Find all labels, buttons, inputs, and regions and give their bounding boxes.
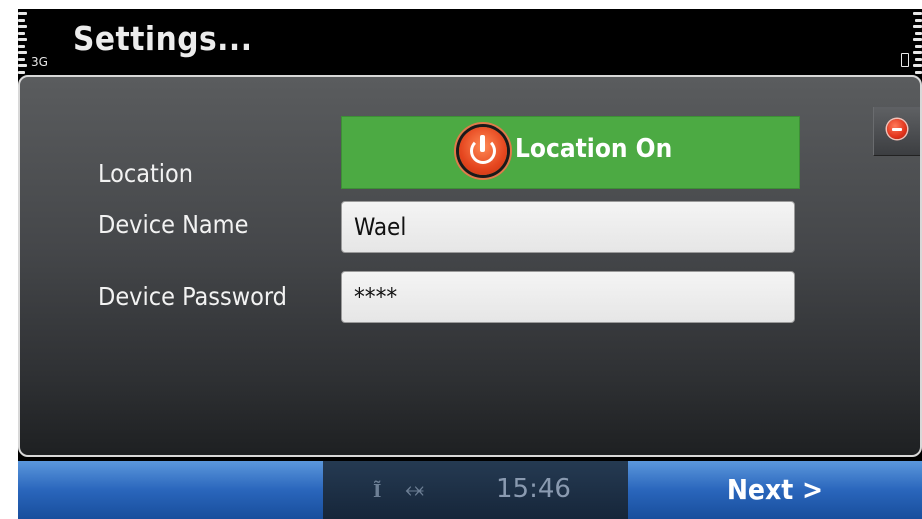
location-toggle[interactable]: Location On (341, 116, 800, 189)
location-label: Location (98, 159, 194, 188)
left-softkey[interactable] (18, 461, 323, 519)
settings-dialog: Location Location On Device Name Device … (18, 75, 922, 457)
close-button[interactable] (873, 107, 920, 156)
phone-screen: 3G Settings... Location Location On Devi… (18, 9, 922, 519)
battery-level-icon (912, 12, 922, 74)
device-password-label: Device Password (98, 282, 287, 311)
usb-icon: ⬾ (405, 475, 425, 503)
network-type-label: 3G (31, 55, 48, 69)
next-button-label: Next > (726, 473, 824, 506)
device-password-field[interactable] (341, 271, 795, 323)
antenna-icon: Ĩ (373, 481, 382, 502)
battery-icon (901, 53, 909, 67)
next-button[interactable]: Next > (628, 461, 922, 519)
status-bar: 3G Settings... (18, 9, 922, 75)
signal-strength-icon (18, 12, 28, 74)
page-title: Settings... (73, 19, 253, 58)
indicator-area: Ĩ ⬾ 15:46 (323, 461, 628, 519)
location-status-label: Location On (515, 134, 673, 164)
device-name-label: Device Name (98, 210, 249, 239)
softkey-bar: Ĩ ⬾ 15:46 Next > (18, 461, 922, 519)
power-icon (459, 127, 507, 175)
close-icon (887, 119, 907, 139)
clock: 15:46 (496, 474, 571, 504)
device-name-field[interactable] (341, 201, 795, 253)
